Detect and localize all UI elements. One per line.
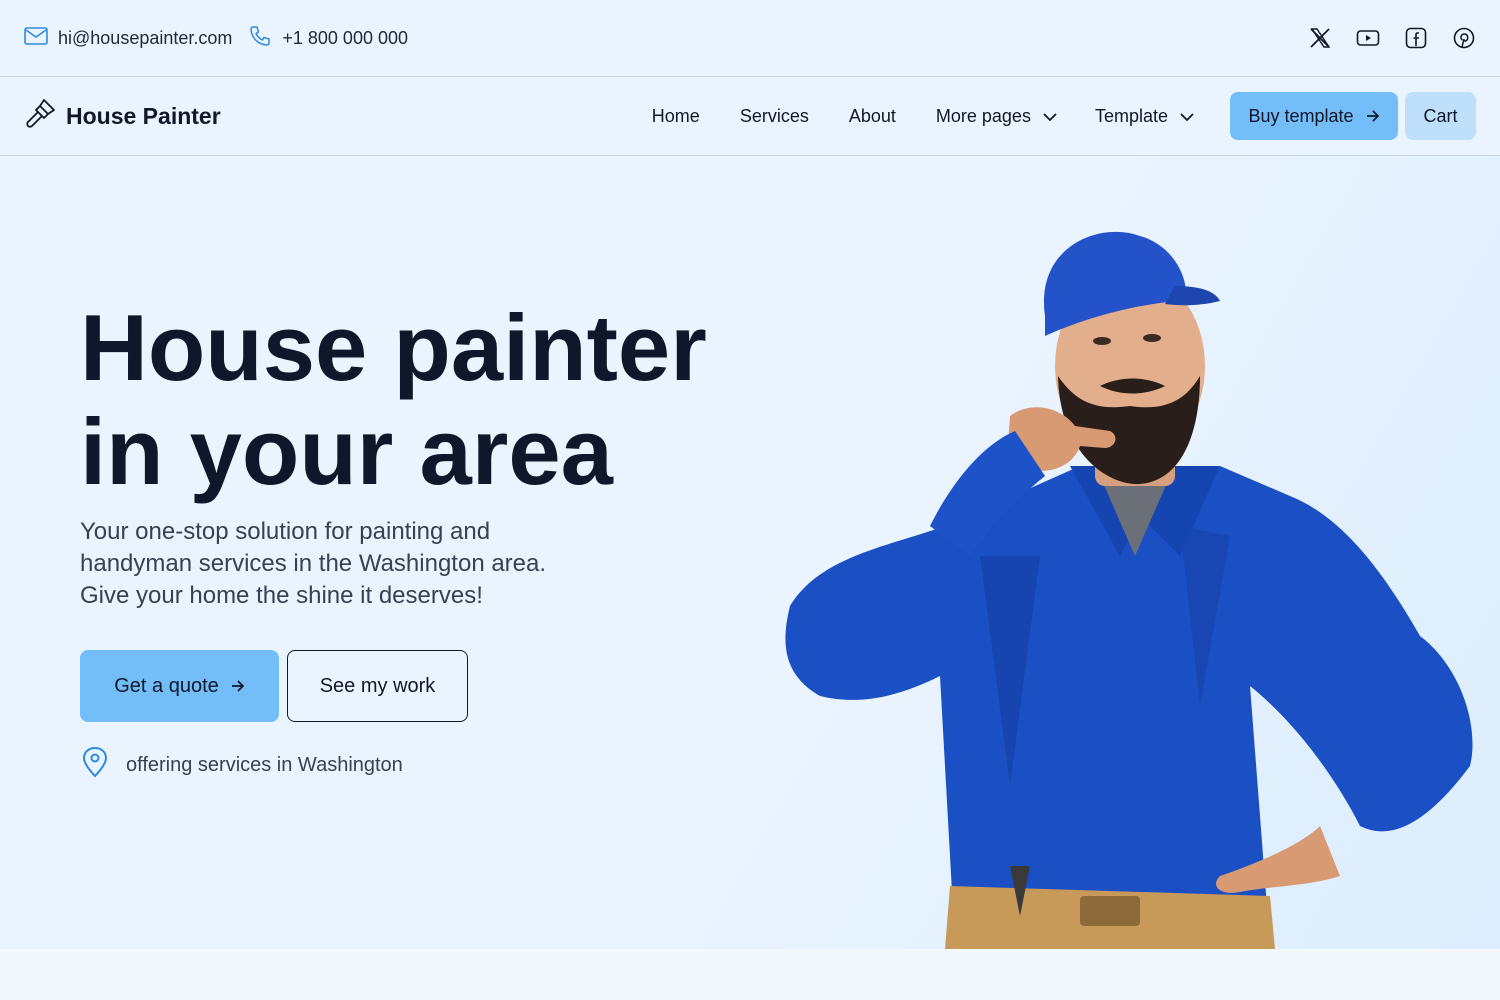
nav-home[interactable]: Home — [652, 106, 700, 127]
buy-template-button[interactable]: Buy template — [1230, 92, 1398, 140]
painter-photo — [785, 231, 1473, 949]
nav-more-pages[interactable]: More pages — [936, 106, 1057, 127]
phone-icon — [248, 24, 272, 53]
email-text: hi@housepainter.com — [58, 27, 233, 48]
paintbrush-icon — [24, 96, 58, 136]
mail-icon — [24, 26, 48, 50]
brand-name: House Painter — [66, 102, 221, 129]
buy-template-label: Buy template — [1248, 105, 1354, 126]
nav-services[interactable]: Services — [740, 106, 809, 127]
get-quote-label: Get a quote — [114, 674, 219, 697]
phone-text: +1 800 000 000 — [282, 27, 408, 48]
brand-logo[interactable]: House Painter — [24, 96, 221, 136]
main-navbar: House Painter Home Services About More p… — [0, 77, 1500, 156]
pinterest-icon[interactable] — [1452, 26, 1476, 50]
see-my-work-button[interactable]: See my work — [287, 650, 468, 722]
footer-strip — [0, 949, 1500, 1000]
hero-section: House painter in your area Your one-stop… — [0, 156, 1500, 949]
map-pin-icon — [80, 746, 110, 784]
headline-line-1: House painter — [80, 295, 707, 400]
cart-button[interactable]: Cart — [1405, 92, 1476, 140]
arrow-right-icon — [231, 675, 245, 698]
hero-headline: House painter in your area — [80, 296, 780, 504]
contact-info: hi@housepainter.com +1 800 000 000 — [24, 24, 408, 53]
arrow-right-icon — [1366, 106, 1380, 127]
x-icon[interactable] — [1308, 26, 1332, 50]
location-text: offering services in Washington — [126, 753, 403, 776]
get-quote-button[interactable]: Get a quote — [80, 650, 279, 722]
youtube-icon[interactable] — [1356, 26, 1380, 50]
nav-more-pages-label: More pages — [935, 105, 1031, 126]
chevron-down-icon — [1043, 106, 1057, 127]
chevron-down-icon — [1180, 106, 1194, 127]
nav-template-label: Template — [1094, 105, 1168, 126]
social-links — [1308, 26, 1476, 50]
phone-link[interactable]: +1 800 000 000 — [248, 24, 408, 53]
nav-about[interactable]: About — [849, 106, 896, 127]
facebook-icon[interactable] — [1404, 26, 1428, 50]
nav-menu: Home Services About More pages Template … — [652, 92, 1476, 140]
email-link[interactable]: hi@housepainter.com — [24, 26, 233, 50]
service-location: offering services in Washington — [80, 746, 403, 784]
hero-subheading: Your one-stop solution for painting and … — [80, 518, 547, 609]
headline-line-2: in your area — [80, 399, 613, 504]
top-bar: hi@housepainter.com +1 800 000 000 — [0, 0, 1500, 77]
nav-template[interactable]: Template — [1095, 106, 1194, 127]
